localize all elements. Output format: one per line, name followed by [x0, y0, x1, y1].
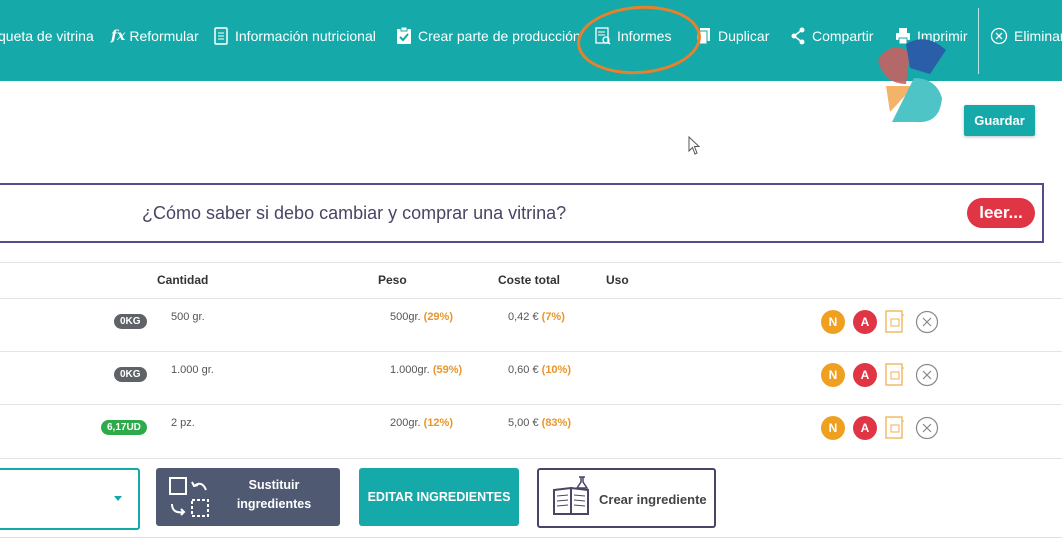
label-line-1: Sustituir	[248, 478, 300, 492]
ingredient-select[interactable]	[0, 468, 140, 530]
remove-icon[interactable]	[915, 416, 939, 440]
peso-value: 1.000gr.	[390, 364, 430, 376]
toolbar-label: Duplicar	[718, 28, 770, 44]
table-divider	[0, 458, 1062, 459]
brand-logo	[878, 39, 946, 123]
banner-text: ¿Cómo saber si debo cambiar y comprar un…	[142, 203, 567, 223]
toolbar-label: Información nutricional	[235, 28, 376, 44]
table-divider	[0, 351, 1062, 352]
save-button[interactable]: Guardar	[964, 105, 1035, 136]
nutrition-n-button[interactable]: N	[821, 416, 845, 440]
column-header-uso: Uso	[606, 273, 629, 287]
toolbar-label: Eliminar	[1014, 28, 1062, 44]
table-divider	[0, 298, 1062, 299]
copy-icon	[696, 28, 710, 45]
toolbar-label: Reformular	[129, 28, 199, 44]
remove-icon[interactable]	[915, 363, 939, 387]
nutrition-n-button[interactable]: N	[821, 310, 845, 334]
coste-cell: 5,00 € (83%)	[508, 417, 571, 429]
peso-value: 500gr.	[390, 311, 421, 323]
toolbar-label: Informes	[617, 28, 672, 44]
cantidad-value: 2 pz.	[171, 417, 195, 429]
nutrition-n-button[interactable]: N	[821, 363, 845, 387]
replace-ingredients-button[interactable]: Sustituir ingredientes	[156, 468, 340, 526]
mouse-cursor-icon	[688, 136, 701, 155]
peso-pct: (12%)	[423, 417, 453, 429]
column-header-coste: Coste total	[498, 273, 561, 287]
ingredient-sheet-icon[interactable]	[885, 363, 905, 387]
replace-ingredients-label: Sustituir ingredientes	[228, 476, 320, 514]
toolbar-divider	[978, 8, 979, 74]
toolbar-informes[interactable]: Informes	[595, 26, 671, 46]
coste-value: 0,60 €	[508, 364, 539, 376]
edit-ingredients-button[interactable]: EDITAR INGREDIENTES	[359, 468, 519, 526]
coste-value: 5,00 €	[508, 417, 539, 429]
toolbar-info-nutricional[interactable]: Información nutricional	[213, 26, 376, 46]
chevron-down-icon	[114, 496, 122, 501]
table-divider	[0, 404, 1062, 405]
coste-value: 0,42 €	[508, 311, 539, 323]
allergen-a-button[interactable]: A	[853, 363, 877, 387]
allergen-a-button[interactable]: A	[853, 416, 877, 440]
toolbar-label: Crear parte de producción	[418, 28, 581, 44]
toolbar-label: Compartir	[812, 28, 874, 44]
ingredient-sheet-icon[interactable]	[885, 310, 905, 334]
ingredient-sheet-icon[interactable]	[885, 416, 905, 440]
fx-icon: fx	[111, 28, 126, 44]
create-ingredient-button[interactable]: Crear ingrediente	[537, 468, 716, 528]
read-more-button[interactable]: leer...	[967, 198, 1035, 228]
peso-pct: (59%)	[432, 364, 463, 376]
toolbar-reformular[interactable]: fx Reformular	[111, 26, 199, 46]
cantidad-value: 500 gr.	[171, 311, 205, 323]
table-divider	[0, 262, 1062, 263]
clipboard-icon	[397, 27, 411, 44]
toolbar-eliminar[interactable]: Eliminar	[990, 26, 1062, 46]
close-circle-icon	[990, 27, 1008, 45]
column-header-cantidad: Cantidad	[157, 273, 209, 287]
book-flask-icon	[553, 476, 589, 515]
cantidad-value: 1.000 gr.	[171, 364, 214, 376]
report-icon	[595, 27, 611, 45]
coste-cell: 0,42 € (7%)	[508, 311, 565, 323]
toolbar-compartir[interactable]: Compartir	[790, 26, 873, 46]
toolbar-duplicar[interactable]: Duplicar	[696, 26, 769, 46]
toolbar-etiqueta-vitrina[interactable]: queta de vitrina	[0, 26, 94, 46]
swap-icon	[169, 477, 209, 517]
toolbar-crear-parte[interactable]: Crear parte de producción	[396, 26, 581, 46]
peso-cell: 500gr. (29%)	[390, 311, 453, 323]
remove-icon[interactable]	[915, 310, 939, 334]
coste-cell: 0,60 € (10%)	[508, 364, 571, 376]
peso-cell: 1.000gr. (59%)	[390, 364, 462, 376]
coste-pct: (7%)	[541, 311, 565, 323]
share-icon	[791, 27, 805, 45]
stock-badge: 6,17UD	[101, 420, 147, 435]
coste-pct: (83%)	[541, 417, 571, 429]
nutrition-icon	[214, 27, 228, 45]
stock-badge: 0KG	[114, 314, 147, 329]
label-line-2: ingredientes	[236, 497, 312, 511]
toolbar-label: queta de vitrina	[0, 28, 94, 44]
create-ingredient-label: Crear ingrediente	[599, 492, 707, 507]
coste-pct: (10%)	[541, 364, 571, 376]
page-divider	[0, 537, 1062, 538]
column-header-peso: Peso	[378, 273, 407, 287]
peso-value: 200gr.	[390, 417, 421, 429]
peso-pct: (29%)	[423, 311, 453, 323]
peso-cell: 200gr. (12%)	[390, 417, 453, 429]
allergen-a-button[interactable]: A	[853, 310, 877, 334]
stock-badge: 0KG	[114, 367, 147, 382]
tip-banner: ¿Cómo saber si debo cambiar y comprar un…	[0, 183, 1044, 243]
